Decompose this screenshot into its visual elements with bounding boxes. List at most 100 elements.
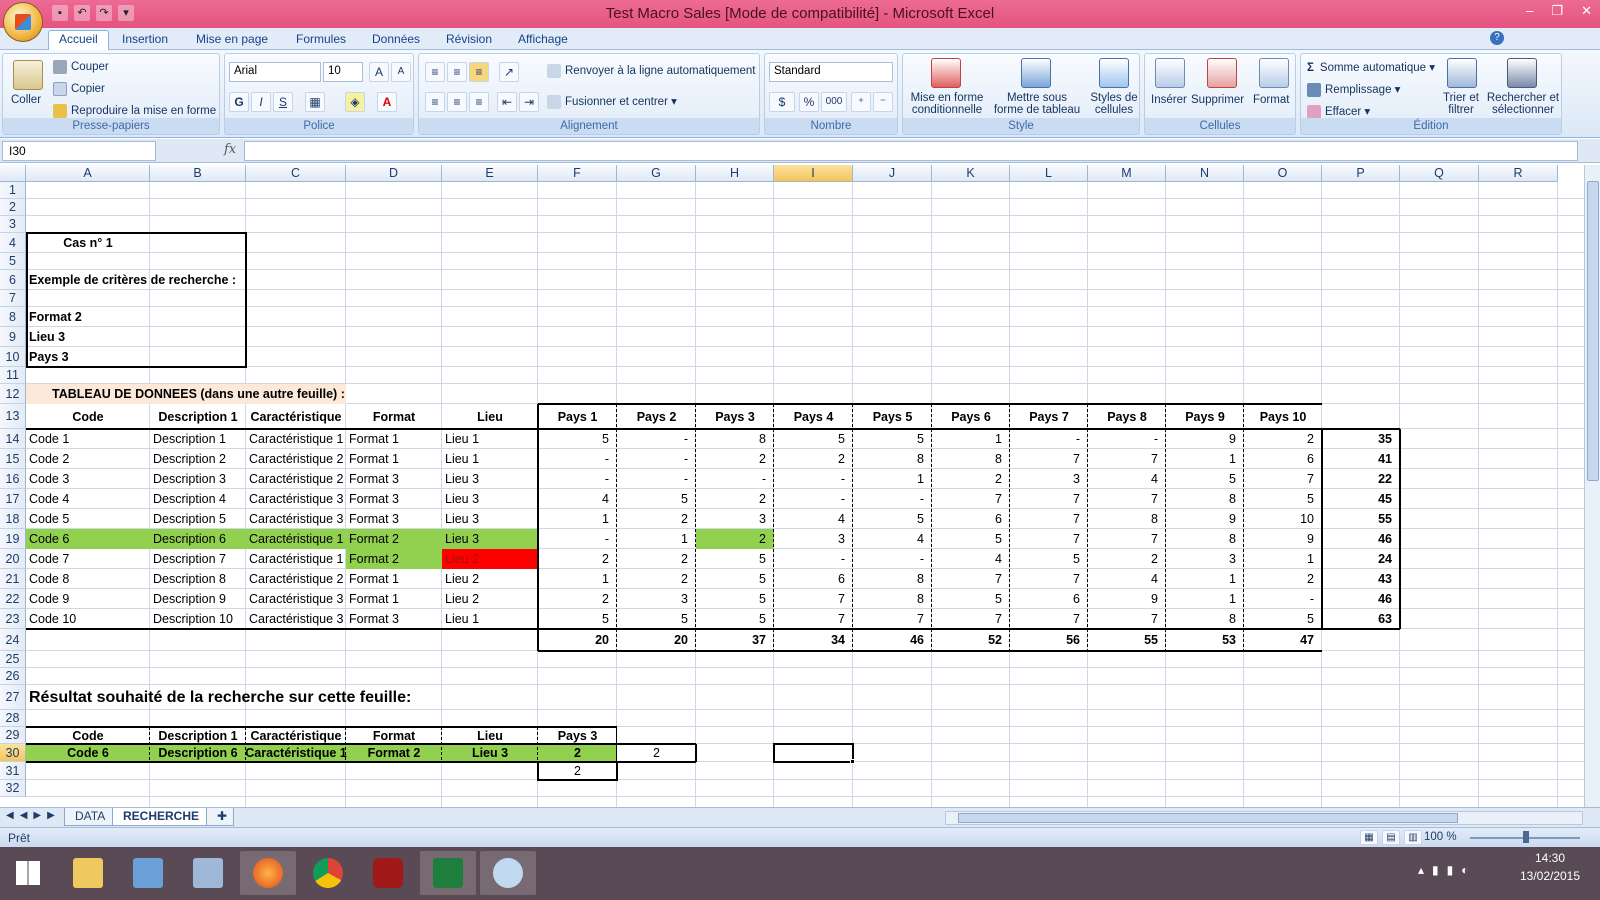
conditional-format-button[interactable]: Mise en forme conditionnelle bbox=[907, 92, 987, 116]
taskbar-paint[interactable] bbox=[480, 851, 536, 895]
shrink-font-button[interactable]: A bbox=[391, 62, 411, 82]
row-header-4[interactable]: 4 bbox=[0, 233, 26, 253]
row-header-2[interactable]: 2 bbox=[0, 199, 26, 216]
italic-button[interactable]: I bbox=[251, 92, 271, 112]
row-header-1[interactable]: 1 bbox=[0, 182, 26, 199]
row-header-12[interactable]: 12 bbox=[0, 384, 26, 404]
decrease-decimal-icon[interactable]: ⁻ bbox=[873, 92, 893, 112]
taskbar-firefox[interactable] bbox=[240, 851, 296, 895]
restore-icon[interactable]: ❐ bbox=[1551, 3, 1563, 19]
clear-button[interactable]: Effacer ▾ bbox=[1307, 104, 1370, 119]
row-header-17[interactable]: 17 bbox=[0, 489, 26, 509]
insert-sheet-icon[interactable]: ✚ bbox=[206, 808, 234, 826]
font-size-select[interactable]: 10 bbox=[323, 62, 363, 82]
align-center-icon[interactable]: ≡ bbox=[447, 92, 467, 112]
column-header-n[interactable]: N bbox=[1166, 165, 1244, 182]
name-box[interactable]: I30 bbox=[2, 141, 156, 161]
function-icon[interactable]: fx bbox=[224, 142, 236, 157]
increase-indent-icon[interactable]: ⇥ bbox=[519, 92, 539, 112]
tab-formules[interactable]: Formules bbox=[286, 31, 356, 50]
horizontal-scrollbar[interactable] bbox=[945, 811, 1583, 825]
decrease-indent-icon[interactable]: ⇤ bbox=[497, 92, 517, 112]
bold-button[interactable]: G bbox=[229, 92, 249, 112]
align-left-icon[interactable]: ≡ bbox=[425, 92, 445, 112]
row-header-25[interactable]: 25 bbox=[0, 651, 26, 668]
help-icon[interactable]: ? bbox=[1490, 31, 1504, 45]
row-header-16[interactable]: 16 bbox=[0, 469, 26, 489]
row-header-31[interactable]: 31 bbox=[0, 762, 26, 780]
align-middle-icon[interactable]: ≡ bbox=[447, 62, 467, 82]
column-header-m[interactable]: M bbox=[1088, 165, 1166, 182]
clock-time[interactable]: 14:30 bbox=[1510, 851, 1590, 865]
column-header-p[interactable]: P bbox=[1322, 165, 1400, 182]
font-color-icon[interactable]: A bbox=[377, 92, 397, 112]
page-break-icon[interactable]: ▥ bbox=[1404, 830, 1422, 845]
row-header-15[interactable]: 15 bbox=[0, 449, 26, 469]
tab-revision[interactable]: Révision bbox=[436, 31, 502, 50]
row-header-20[interactable]: 20 bbox=[0, 549, 26, 569]
row-header-21[interactable]: 21 bbox=[0, 569, 26, 589]
start-button[interactable] bbox=[0, 851, 56, 895]
row-header-26[interactable]: 26 bbox=[0, 668, 26, 685]
row-header-9[interactable]: 9 bbox=[0, 327, 26, 347]
row-header-11[interactable]: 11 bbox=[0, 367, 26, 384]
row-header-29[interactable]: 29 bbox=[0, 727, 26, 744]
align-bottom-icon[interactable]: ≡ bbox=[469, 62, 489, 82]
taskbar-app[interactable] bbox=[180, 851, 236, 895]
column-header-c[interactable]: C bbox=[246, 165, 346, 182]
taskbar-excel[interactable] bbox=[420, 851, 476, 895]
fill-handle[interactable] bbox=[850, 759, 855, 764]
normal-view-icon[interactable]: ▦ bbox=[1360, 830, 1378, 845]
grow-font-button[interactable]: A bbox=[369, 62, 389, 82]
row-header-23[interactable]: 23 bbox=[0, 609, 26, 629]
column-header-q[interactable]: Q bbox=[1400, 165, 1479, 182]
row-header-27[interactable]: 27 bbox=[0, 685, 26, 710]
column-header-r[interactable]: R bbox=[1479, 165, 1558, 182]
row-header-10[interactable]: 10 bbox=[0, 347, 26, 367]
merge-center-button[interactable]: Fusionner et centrer ▾ bbox=[547, 94, 677, 109]
tab-mise-en-page[interactable]: Mise en page bbox=[186, 31, 278, 50]
formula-input[interactable] bbox=[244, 141, 1578, 161]
align-top-icon[interactable]: ≡ bbox=[425, 62, 445, 82]
find-select-button[interactable]: Rechercher et sélectionner bbox=[1485, 92, 1561, 116]
orientation-icon[interactable]: ↗ bbox=[499, 62, 519, 82]
increase-decimal-icon[interactable]: ⁺ bbox=[851, 92, 871, 112]
fill-button[interactable]: Remplissage ▾ bbox=[1307, 82, 1400, 97]
paste-button[interactable]: Coller bbox=[11, 94, 41, 106]
row-header-8[interactable]: 8 bbox=[0, 307, 26, 327]
column-header-i[interactable]: I bbox=[774, 165, 853, 182]
row-header-28[interactable]: 28 bbox=[0, 710, 26, 727]
column-header-a[interactable]: A bbox=[26, 165, 150, 182]
sort-filter-button[interactable]: Trier et filtrer bbox=[1433, 92, 1489, 116]
scroll-thumb[interactable] bbox=[1587, 181, 1599, 481]
tab-donnees[interactable]: Données bbox=[362, 31, 430, 50]
row-header-14[interactable]: 14 bbox=[0, 429, 26, 449]
active-cell-i30[interactable] bbox=[773, 743, 854, 763]
column-header-b[interactable]: B bbox=[150, 165, 246, 182]
insert-button[interactable]: Insérer bbox=[1151, 94, 1187, 106]
minimize-icon[interactable]: ‒ bbox=[1526, 3, 1533, 19]
row-header-22[interactable]: 22 bbox=[0, 589, 26, 609]
row-header-24[interactable]: 24 bbox=[0, 629, 26, 651]
row-header-32[interactable]: 32 bbox=[0, 780, 26, 797]
copy-button[interactable]: Copier bbox=[53, 82, 105, 96]
currency-icon[interactable]: $ bbox=[769, 92, 795, 112]
tab-insertion[interactable]: Insertion bbox=[112, 31, 178, 50]
number-format-select[interactable]: Standard bbox=[769, 62, 893, 82]
select-all-corner[interactable] bbox=[0, 165, 26, 182]
taskbar-chrome[interactable] bbox=[300, 851, 356, 895]
underline-button[interactable]: S bbox=[273, 92, 293, 112]
font-name-select[interactable]: Arial bbox=[229, 62, 321, 82]
office-button[interactable] bbox=[3, 2, 43, 42]
zoom-slider-thumb[interactable] bbox=[1523, 831, 1529, 843]
row-header-18[interactable]: 18 bbox=[0, 509, 26, 529]
row-header-3[interactable]: 3 bbox=[0, 216, 26, 233]
column-header-d[interactable]: D bbox=[346, 165, 442, 182]
row-header-19[interactable]: 19 bbox=[0, 529, 26, 549]
align-right-icon[interactable]: ≡ bbox=[469, 92, 489, 112]
row-header-5[interactable]: 5 bbox=[0, 253, 26, 270]
fill-color-icon[interactable]: ◈ bbox=[345, 92, 365, 112]
tray-icons[interactable]: ▴▮▮◐ bbox=[1418, 863, 1476, 877]
taskbar-media[interactable] bbox=[360, 851, 416, 895]
column-header-l[interactable]: L bbox=[1010, 165, 1088, 182]
